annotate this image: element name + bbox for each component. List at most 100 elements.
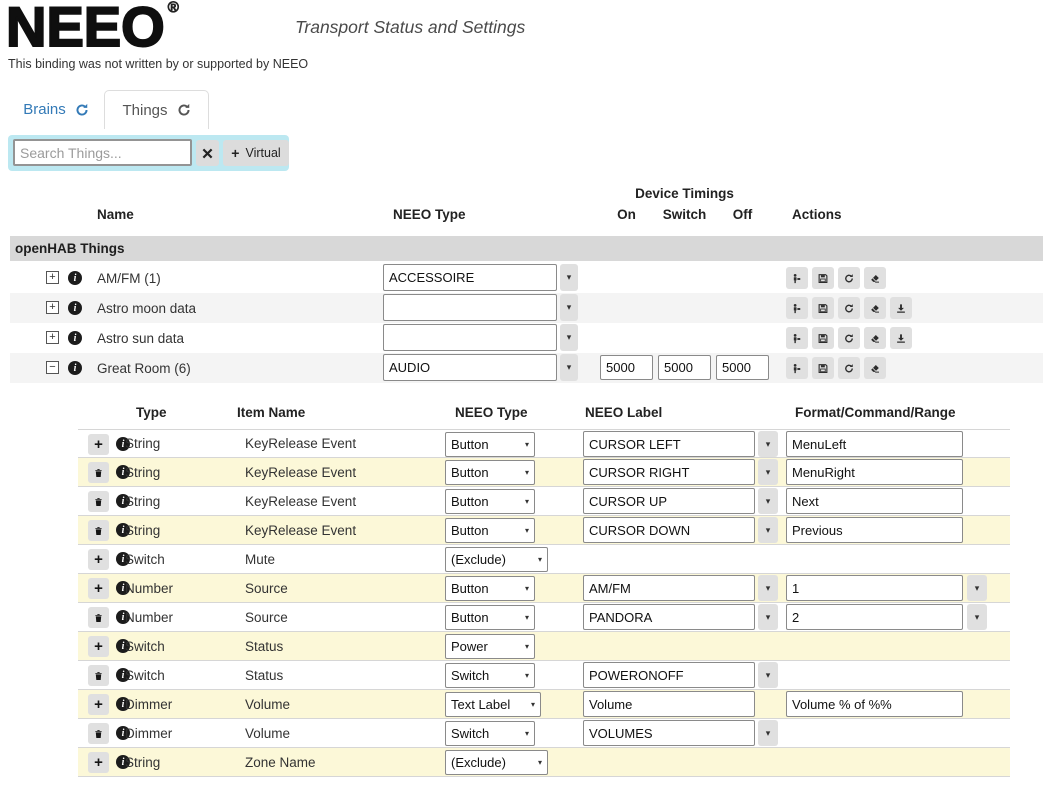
neeo-type-select[interactable]: Switch ▾: [445, 663, 535, 688]
neeo-label-dropdown-button[interactable]: ▾: [758, 431, 778, 457]
expand-icon[interactable]: +: [46, 331, 59, 344]
info-icon[interactable]: i: [68, 331, 82, 345]
neeo-type-input[interactable]: [383, 354, 557, 381]
neeo-type-select[interactable]: Button ▾: [445, 460, 535, 485]
timing-switch-input[interactable]: [658, 355, 711, 380]
delete-channel-button[interactable]: [88, 520, 109, 541]
add-channel-button[interactable]: +: [88, 636, 109, 657]
neeo-type-dropdown-button[interactable]: ▾: [560, 294, 578, 321]
add-virtual-button[interactable]: + Virtual: [223, 140, 289, 166]
neeo-label-dropdown-button[interactable]: ▾: [758, 575, 778, 601]
format-input[interactable]: [786, 459, 963, 485]
restore-button[interactable]: [786, 267, 808, 289]
tab-things[interactable]: Things: [104, 90, 209, 129]
export-button[interactable]: [890, 297, 912, 319]
save-button[interactable]: [812, 267, 834, 289]
thing-name: Great Room (6): [97, 360, 191, 376]
neeo-type-dropdown-button[interactable]: ▾: [560, 264, 578, 291]
neeo-label-dropdown-button[interactable]: ▾: [758, 720, 778, 746]
neeo-type-select[interactable]: Button ▾: [445, 576, 535, 601]
neeo-label-dropdown-button[interactable]: ▾: [758, 517, 778, 543]
expand-icon[interactable]: +: [46, 301, 59, 314]
neeo-label-input[interactable]: [583, 604, 755, 630]
format-input[interactable]: [786, 575, 963, 601]
erase-button[interactable]: [864, 357, 886, 379]
select-caret-icon: ▾: [524, 440, 529, 449]
neeo-type-select[interactable]: Switch ▾: [445, 721, 535, 746]
channel-type: Switch: [125, 667, 165, 683]
refresh-button[interactable]: [838, 327, 860, 349]
neeo-label-input[interactable]: [583, 691, 755, 717]
neeo-type-input[interactable]: [383, 324, 557, 351]
timing-on-input[interactable]: [600, 355, 653, 380]
add-channel-button[interactable]: +: [88, 549, 109, 570]
delete-channel-button[interactable]: [88, 491, 109, 512]
neeo-type-dropdown-button[interactable]: ▾: [560, 324, 578, 351]
add-channel-button[interactable]: +: [88, 578, 109, 599]
neeo-type-select[interactable]: Button ▾: [445, 432, 535, 457]
neeo-label-input[interactable]: [583, 431, 755, 457]
neeo-label-input[interactable]: [583, 459, 755, 485]
refresh-button[interactable]: [838, 267, 860, 289]
neeo-label-input[interactable]: [583, 488, 755, 514]
restore-button[interactable]: [786, 357, 808, 379]
neeo-label-input[interactable]: [583, 575, 755, 601]
restore-button[interactable]: [786, 327, 808, 349]
format-input[interactable]: [786, 691, 963, 717]
expand-icon[interactable]: +: [46, 271, 59, 284]
add-channel-button[interactable]: +: [88, 694, 109, 715]
neeo-label-dropdown-button[interactable]: ▾: [758, 662, 778, 688]
neeo-label-input[interactable]: [583, 517, 755, 543]
format-dropdown-button[interactable]: ▾: [967, 575, 987, 601]
add-channel-button[interactable]: +: [88, 752, 109, 773]
info-icon[interactable]: i: [68, 301, 82, 315]
export-button[interactable]: [890, 327, 912, 349]
save-button[interactable]: [812, 327, 834, 349]
info-icon[interactable]: i: [68, 271, 82, 285]
neeo-type-select[interactable]: (Exclude) ▾: [445, 750, 548, 775]
neeo-label-dropdown-button[interactable]: ▾: [758, 604, 778, 630]
delete-channel-button[interactable]: [88, 462, 109, 483]
neeo-type-select[interactable]: Button ▾: [445, 489, 535, 514]
neeo-label-input[interactable]: [583, 662, 755, 688]
refresh-icon[interactable]: [177, 103, 191, 117]
neeo-type-dropdown-button[interactable]: ▾: [560, 354, 578, 381]
add-channel-button[interactable]: +: [88, 434, 109, 455]
neeo-type-select[interactable]: Text Label ▾: [445, 692, 541, 717]
restore-button[interactable]: [786, 297, 808, 319]
neeo-label-dropdown-button[interactable]: ▾: [758, 459, 778, 485]
delete-channel-button[interactable]: [88, 723, 109, 744]
format-input[interactable]: [786, 517, 963, 543]
erase-button[interactable]: [864, 327, 886, 349]
save-button[interactable]: [812, 297, 834, 319]
erase-button[interactable]: [864, 267, 886, 289]
clear-search-button[interactable]: [196, 140, 219, 166]
delete-channel-button[interactable]: [88, 665, 109, 686]
refresh-button[interactable]: [838, 357, 860, 379]
collapse-icon[interactable]: −: [46, 361, 59, 374]
refresh-button[interactable]: [838, 297, 860, 319]
neeo-label-dropdown-button[interactable]: ▾: [758, 488, 778, 514]
save-button[interactable]: [812, 357, 834, 379]
format-input[interactable]: [786, 431, 963, 457]
neeo-type-select[interactable]: Button ▾: [445, 518, 535, 543]
info-icon[interactable]: i: [68, 361, 82, 375]
refresh-icon[interactable]: [75, 103, 89, 117]
delete-channel-button[interactable]: [88, 607, 109, 628]
channel-type: String: [125, 464, 161, 480]
neeo-type-select[interactable]: Button ▾: [445, 605, 535, 630]
erase-button[interactable]: [864, 297, 886, 319]
format-dropdown-button[interactable]: ▾: [967, 604, 987, 630]
neeo-type-select[interactable]: Power ▾: [445, 634, 535, 659]
format-input[interactable]: [786, 604, 963, 630]
format-input[interactable]: [786, 488, 963, 514]
neeo-type-select[interactable]: (Exclude) ▾: [445, 547, 548, 572]
channel-item-name: Volume: [245, 696, 291, 712]
tab-brains[interactable]: Brains: [8, 90, 104, 129]
neeo-label-input[interactable]: [583, 720, 755, 746]
neeo-type-input[interactable]: [383, 264, 557, 291]
search-input[interactable]: [13, 139, 192, 166]
timing-off-input[interactable]: [716, 355, 769, 380]
channel-type: Number: [125, 609, 174, 625]
neeo-type-input[interactable]: [383, 294, 557, 321]
